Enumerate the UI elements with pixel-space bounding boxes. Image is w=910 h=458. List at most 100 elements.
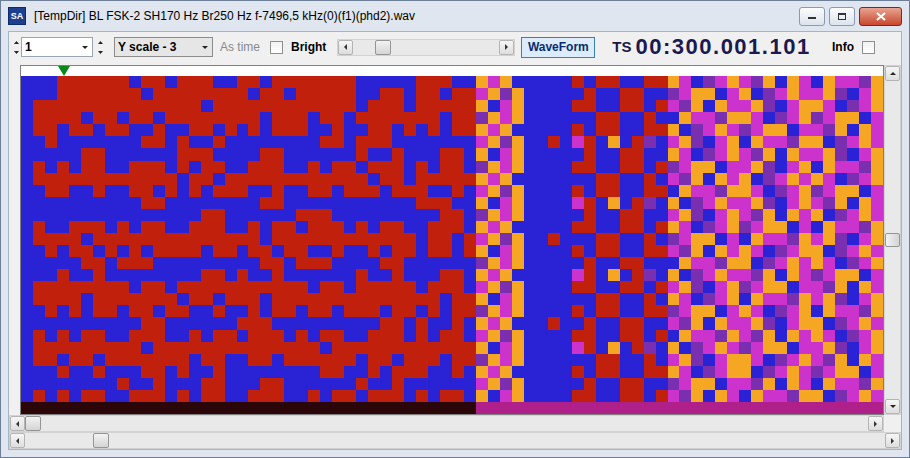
waveform-button[interactable]: WaveForm [521,37,595,58]
scale-combo[interactable]: Y scale - 3 [114,37,213,57]
plot-cell [500,330,512,342]
plot-cell [332,378,344,390]
plot-cell [548,317,560,329]
plot-cell [237,269,249,281]
plot-cell [392,76,404,88]
channel-spin[interactable] [11,37,21,57]
plot-cell [356,221,368,233]
phase-plot[interactable] [20,65,884,415]
plot-cell [368,281,380,293]
plot-cell [356,233,368,245]
position-slider[interactable] [337,39,515,56]
plot-cell [404,112,416,124]
plot-cell [536,305,548,317]
plot-cell [632,354,644,366]
plot-cell [739,148,751,160]
plot-cell [272,354,284,366]
plot-cell [608,281,620,293]
plot-cell [584,281,596,293]
position-marker-icon[interactable] [58,66,70,76]
down-arrow-icon[interactable] [97,50,104,55]
close-icon[interactable] [876,12,886,21]
plot-cell [691,330,703,342]
plot-cell [739,342,751,354]
plot-cell [703,281,715,293]
plot-cell [81,305,93,317]
plot-cell [775,209,787,221]
plot-cell [488,293,500,305]
plot-cell [691,112,703,124]
close-button[interactable] [859,7,902,26]
phase-image [21,76,883,414]
maximize-button[interactable] [829,7,855,26]
plot-cell [620,76,632,88]
right-arrow-icon[interactable] [504,43,509,51]
plot-cell [835,209,847,221]
plot-cell [57,269,69,281]
plot-cell [93,124,105,136]
bright-checkbox[interactable] [270,41,283,54]
plot-cell [57,197,69,209]
spin-up-button[interactable] [95,37,105,47]
dropdown-arrow-icon[interactable] [201,45,209,50]
plot-cell [260,390,272,402]
plot-cell [644,76,656,88]
channel-combo[interactable]: 1 [21,37,93,57]
plot-cell [703,112,715,124]
plot-cell [572,209,584,221]
plot-cell [476,185,488,197]
scroll-track[interactable] [353,40,499,55]
plot-cell [691,245,703,257]
minimize-button[interactable] [799,7,825,26]
plot-cell [344,173,356,185]
plot-cell [260,317,272,329]
scroll-right-button[interactable] [499,40,514,55]
plot-cell [811,173,823,185]
plot-cell [416,124,428,136]
plot-cell [536,330,548,342]
plot-cell [715,281,727,293]
plot-cell [835,293,847,305]
plot-cell [859,185,871,197]
plot-cell [715,112,727,124]
plot-cell [452,305,464,317]
plot-cell [428,173,440,185]
minimize-icon[interactable] [807,12,817,20]
scroll-thumb[interactable] [375,40,391,55]
plot-cell [464,209,476,221]
plot-cell [811,342,823,354]
plot-cell [823,317,835,329]
plot-cell [129,136,141,148]
plot-cell [93,197,105,209]
up-arrow-icon[interactable] [13,40,20,45]
info-checkbox[interactable] [862,41,875,54]
plot-cell [189,305,201,317]
plot-row [21,136,883,148]
info-label[interactable]: Info [832,38,854,56]
plot-cell [596,342,608,354]
spin-down-button[interactable] [11,47,21,57]
plot-cell [572,269,584,281]
maximize-icon[interactable] [837,12,847,21]
title-bar[interactable]: SA[TempDir] BL FSK-2 SH170 Hz Br250 Hz f… [8,1,902,31]
scroll-left-button[interactable] [338,40,353,55]
up-arrow-icon[interactable] [97,40,104,45]
spin-up-button[interactable] [11,37,21,47]
plot-cell [189,330,201,342]
plot-cell [751,378,763,390]
dropdown-arrow-icon[interactable] [81,45,89,50]
plot-cell [320,161,332,173]
down-arrow-icon[interactable] [13,50,20,55]
plot-cell [763,124,775,136]
plot-cell [656,124,668,136]
plot-cell [799,354,811,366]
plot-cell [823,245,835,257]
scale-spin[interactable] [95,37,105,57]
spin-down-button[interactable] [95,47,105,57]
left-arrow-icon[interactable] [343,43,348,51]
plot-cell [141,366,153,378]
plot-cell [524,148,536,160]
bright-label[interactable]: Bright [291,38,326,56]
plot-cell [380,148,392,160]
plot-cell [787,257,799,269]
